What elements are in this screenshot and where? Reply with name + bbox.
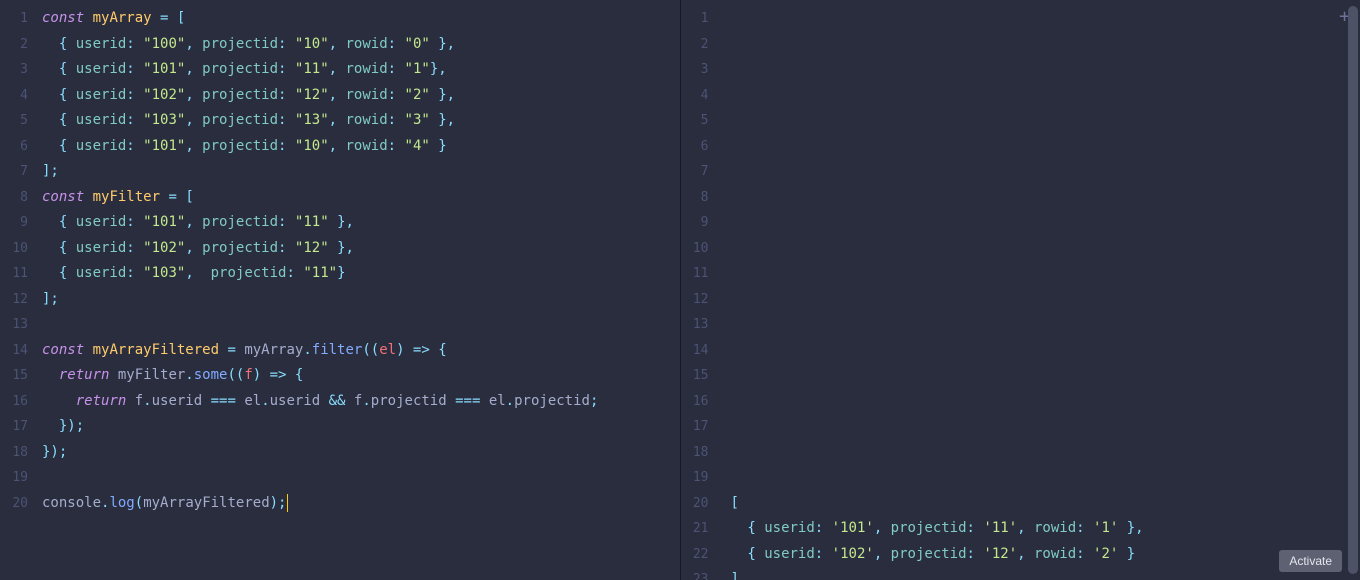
- scrollbar-thumb[interactable]: [1348, 6, 1358, 574]
- line-number: 8: [0, 185, 42, 211]
- code-line[interactable]: { userid: "100", projectid: "10", rowid:…: [42, 32, 680, 58]
- line-number: 18: [681, 440, 723, 466]
- code-line[interactable]: const myArray = [: [42, 6, 680, 32]
- activate-button[interactable]: Activate: [1279, 550, 1342, 572]
- line-number: 23: [681, 567, 723, 580]
- editor-pane-left[interactable]: 1234567891011121314151617181920 const my…: [0, 0, 681, 580]
- scrollbar[interactable]: [1348, 6, 1358, 574]
- line-number: 1: [681, 6, 723, 32]
- code-line[interactable]: const myArrayFiltered = myArray.filter((…: [42, 338, 680, 364]
- code-line[interactable]: { userid: '101', projectid: '11', rowid:…: [731, 516, 1360, 542]
- code-line[interactable]: [42, 465, 680, 491]
- code-line[interactable]: { userid: "101", projectid: "11" },: [42, 210, 680, 236]
- line-number: 4: [681, 83, 723, 109]
- code-line[interactable]: { userid: '102', projectid: '12', rowid:…: [731, 542, 1360, 568]
- code-line[interactable]: [731, 134, 1360, 160]
- code-line[interactable]: [731, 389, 1360, 415]
- line-number-gutter: 1234567891011121314151617181920: [0, 0, 42, 580]
- line-number: 12: [681, 287, 723, 313]
- line-number: 17: [681, 414, 723, 440]
- code-line[interactable]: [731, 210, 1360, 236]
- code-line[interactable]: ];: [42, 159, 680, 185]
- code-line[interactable]: { userid: "101", projectid: "10", rowid:…: [42, 134, 680, 160]
- line-number: 11: [0, 261, 42, 287]
- code-line[interactable]: const myFilter = [: [42, 185, 680, 211]
- code-line[interactable]: [731, 440, 1360, 466]
- code-line[interactable]: [731, 108, 1360, 134]
- code-line[interactable]: [731, 363, 1360, 389]
- code-line[interactable]: return myFilter.some((f) => {: [42, 363, 680, 389]
- line-number: 2: [0, 32, 42, 58]
- line-number: 21: [681, 516, 723, 542]
- code-line[interactable]: { userid: "102", projectid: "12" },: [42, 236, 680, 262]
- line-number: 2: [681, 32, 723, 58]
- code-line[interactable]: console.log(myArrayFiltered);: [42, 491, 680, 517]
- code-line[interactable]: });: [42, 414, 680, 440]
- code-line[interactable]: { userid: "102", projectid: "12", rowid:…: [42, 83, 680, 109]
- code-line[interactable]: [42, 312, 680, 338]
- code-line[interactable]: { userid: "103", projectid: "11"}: [42, 261, 680, 287]
- line-number-gutter: 1234567891011121314151617181920212223: [681, 0, 723, 580]
- code-line[interactable]: [731, 83, 1360, 109]
- line-number: 14: [681, 338, 723, 364]
- line-number: 10: [681, 236, 723, 262]
- line-number: 5: [0, 108, 42, 134]
- line-number: 22: [681, 542, 723, 568]
- code-line[interactable]: [731, 312, 1360, 338]
- line-number: 17: [0, 414, 42, 440]
- line-number: 12: [0, 287, 42, 313]
- code-line[interactable]: return f.userid === el.userid && f.proje…: [42, 389, 680, 415]
- code-line[interactable]: { userid: "103", projectid: "13", rowid:…: [42, 108, 680, 134]
- line-number: 16: [0, 389, 42, 415]
- line-number: 9: [681, 210, 723, 236]
- line-number: 19: [681, 465, 723, 491]
- line-number: 11: [681, 261, 723, 287]
- line-number: 13: [0, 312, 42, 338]
- line-number: 9: [0, 210, 42, 236]
- code-line[interactable]: [731, 185, 1360, 211]
- line-number: 8: [681, 185, 723, 211]
- line-number: 10: [0, 236, 42, 262]
- line-number: 20: [681, 491, 723, 517]
- code-area-left[interactable]: const myArray = [ { userid: "100", proje…: [42, 0, 680, 580]
- line-number: 6: [681, 134, 723, 160]
- line-number: 7: [0, 159, 42, 185]
- code-line[interactable]: [731, 236, 1360, 262]
- code-line[interactable]: [731, 159, 1360, 185]
- code-line[interactable]: [731, 32, 1360, 58]
- code-line[interactable]: [731, 6, 1360, 32]
- code-area-right[interactable]: [ { userid: '101', projectid: '11', rowi…: [723, 0, 1360, 580]
- line-number: 1: [0, 6, 42, 32]
- code-line[interactable]: { userid: "101", projectid: "11", rowid:…: [42, 57, 680, 83]
- code-line[interactable]: [731, 414, 1360, 440]
- code-line[interactable]: [: [731, 491, 1360, 517]
- code-line[interactable]: [731, 465, 1360, 491]
- code-line[interactable]: ];: [42, 287, 680, 313]
- line-number: 19: [0, 465, 42, 491]
- code-line[interactable]: [731, 338, 1360, 364]
- editor-pane-right[interactable]: 1234567891011121314151617181920212223 [ …: [681, 0, 1360, 580]
- line-number: 7: [681, 159, 723, 185]
- line-number: 3: [0, 57, 42, 83]
- code-line[interactable]: [731, 57, 1360, 83]
- line-number: 15: [0, 363, 42, 389]
- line-number: 5: [681, 108, 723, 134]
- code-line[interactable]: [731, 261, 1360, 287]
- line-number: 14: [0, 338, 42, 364]
- line-number: 20: [0, 491, 42, 517]
- code-line[interactable]: });: [42, 440, 680, 466]
- text-cursor: [287, 494, 288, 512]
- code-line[interactable]: [731, 287, 1360, 313]
- line-number: 18: [0, 440, 42, 466]
- line-number: 4: [0, 83, 42, 109]
- line-number: 15: [681, 363, 723, 389]
- line-number: 16: [681, 389, 723, 415]
- line-number: 6: [0, 134, 42, 160]
- line-number: 13: [681, 312, 723, 338]
- line-number: 3: [681, 57, 723, 83]
- code-line[interactable]: ]: [731, 567, 1360, 580]
